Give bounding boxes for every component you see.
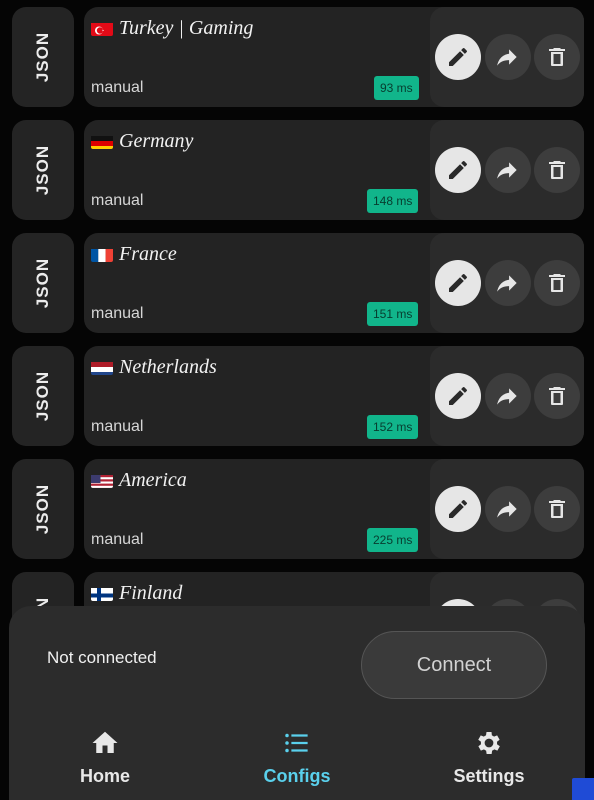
config-card[interactable]: France manual 151 ms (84, 233, 584, 333)
config-name: Finland (119, 582, 183, 604)
delete-button[interactable] (534, 34, 580, 80)
flag-turkey-icon (91, 21, 113, 36)
nav-configs-label: Configs (263, 766, 331, 786)
trash-icon (549, 161, 565, 179)
action-group (430, 233, 584, 333)
pencil-icon (449, 160, 468, 179)
share-icon (497, 49, 517, 66)
nav-settings[interactable]: Settings (419, 724, 559, 800)
share-icon (497, 388, 517, 405)
config-name: America (119, 469, 187, 491)
connect-button[interactable]: Connect (361, 631, 547, 699)
trash-icon (549, 500, 565, 518)
share-icon (497, 501, 517, 518)
ping-badge: 93 ms (374, 76, 419, 100)
pencil-icon (449, 386, 468, 405)
json-label: JSON (33, 257, 52, 309)
trash-icon (549, 274, 565, 292)
ping-badge: 152 ms (367, 415, 419, 439)
config-name: Germany (119, 130, 194, 152)
share-button[interactable] (485, 147, 531, 193)
action-group (430, 7, 584, 107)
config-card[interactable]: Turkey | Gaming manual 93 ms (84, 7, 584, 107)
config-type: manual (91, 305, 144, 322)
delete-button[interactable] (534, 373, 580, 419)
config-row: JSON Netherlands manual 152 ms (0, 346, 594, 446)
bottom-sheet: Not connected Connect Home Configs Setti… (9, 606, 585, 800)
share-button[interactable] (485, 373, 531, 419)
config-type: manual (91, 531, 144, 548)
trash-icon (549, 48, 565, 66)
delete-button[interactable] (534, 260, 580, 306)
config-type: manual (91, 79, 144, 96)
share-button[interactable] (485, 486, 531, 532)
nav-home-label: Home (79, 766, 130, 786)
action-group (430, 120, 584, 220)
config-row: JSON Germany manual 148 ms (0, 120, 594, 220)
ping-badge: 148 ms (367, 189, 419, 213)
list-icon (285, 733, 308, 753)
action-group (430, 346, 584, 446)
edit-button[interactable] (435, 34, 481, 80)
json-label: JSON (33, 483, 52, 535)
edit-button[interactable] (435, 486, 481, 532)
config-type: manual (91, 192, 144, 209)
config-card[interactable]: Netherlands manual 152 ms (84, 346, 584, 446)
json-button[interactable]: JSON (12, 120, 74, 220)
gear-icon (478, 732, 500, 754)
flag-france-icon (91, 247, 113, 262)
delete-button[interactable] (534, 147, 580, 193)
action-group (430, 459, 584, 559)
nav-configs[interactable]: Configs (227, 724, 367, 800)
pencil-icon (449, 273, 468, 292)
trash-icon (549, 387, 565, 405)
config-row: JSON Turkey | Gaming manual 93 ms (0, 7, 594, 107)
config-name: France (119, 243, 177, 265)
config-type: manual (91, 418, 144, 435)
config-card[interactable]: Germany manual 148 ms (84, 120, 584, 220)
config-card[interactable]: America manual 225 ms (84, 459, 584, 559)
delete-button[interactable] (534, 486, 580, 532)
flag-germany-icon (91, 134, 113, 149)
json-label: JSON (33, 144, 52, 196)
flag-usa-icon (91, 473, 113, 488)
edit-button[interactable] (435, 147, 481, 193)
config-row: JSON America manual 225 ms (0, 459, 594, 559)
json-button[interactable]: JSON (12, 346, 74, 446)
connection-status: Not connected (47, 648, 157, 667)
pencil-icon (449, 499, 468, 518)
json-label: JSON (33, 370, 52, 422)
json-button[interactable]: JSON (12, 459, 74, 559)
share-button[interactable] (485, 260, 531, 306)
nav-home[interactable]: Home (35, 724, 175, 800)
pencil-icon (449, 47, 468, 66)
share-icon (497, 275, 517, 292)
share-icon (497, 162, 517, 179)
config-name: Turkey | Gaming (119, 17, 254, 39)
edit-button[interactable] (435, 373, 481, 419)
json-button[interactable]: JSON (12, 233, 74, 333)
home-icon (92, 731, 118, 753)
nav-settings-label: Settings (453, 766, 525, 786)
json-button[interactable]: JSON (12, 7, 74, 107)
share-button[interactable] (485, 34, 531, 80)
flag-finland-icon (91, 586, 113, 601)
json-label: JSON (33, 31, 52, 83)
ping-badge: 225 ms (367, 528, 419, 552)
config-row: JSON France manual 151 ms (0, 233, 594, 333)
edit-button[interactable] (435, 260, 481, 306)
config-name: Netherlands (119, 356, 217, 378)
ping-badge: 151 ms (367, 302, 419, 326)
corner-badge-icon (572, 778, 594, 800)
flag-netherlands-icon (91, 360, 113, 375)
